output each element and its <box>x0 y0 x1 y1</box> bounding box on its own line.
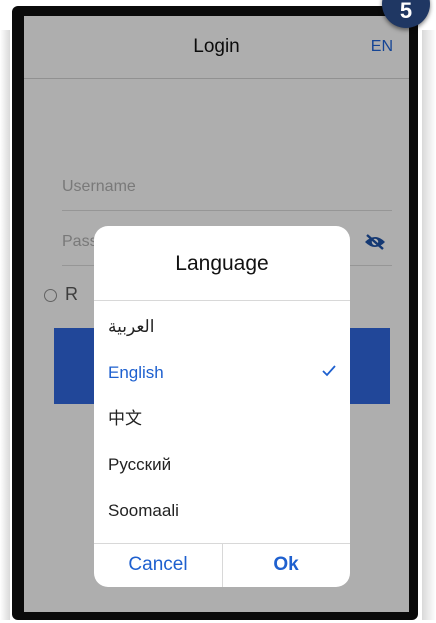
language-option-english[interactable]: English <box>108 350 336 396</box>
language-option-somali[interactable]: Soomaali <box>108 488 336 534</box>
language-option-russian[interactable]: Русский <box>108 442 336 488</box>
language-option-label: English <box>108 363 164 382</box>
language-option-arabic[interactable]: العربية <box>108 304 336 350</box>
checkmark-icon <box>322 365 336 377</box>
language-option-label: Русский <box>108 455 172 474</box>
language-option-chinese[interactable]: 中文 <box>108 396 336 442</box>
left-edge-shadow <box>0 30 10 620</box>
cancel-button[interactable]: Cancel <box>94 544 222 586</box>
language-option-label: Soomaali <box>108 501 179 520</box>
app-screen: Login EN Username Password R Language ال… <box>24 16 409 612</box>
right-edge-shadow <box>422 30 436 620</box>
dialog-divider <box>94 300 350 301</box>
language-dialog: Language العربية English 中文 Русский Soom… <box>94 226 350 587</box>
language-option-label: العربية <box>108 317 155 336</box>
dialog-title: Language <box>175 252 269 275</box>
language-option-label: 中文 <box>108 409 142 428</box>
ok-button[interactable]: Ok <box>222 544 350 586</box>
